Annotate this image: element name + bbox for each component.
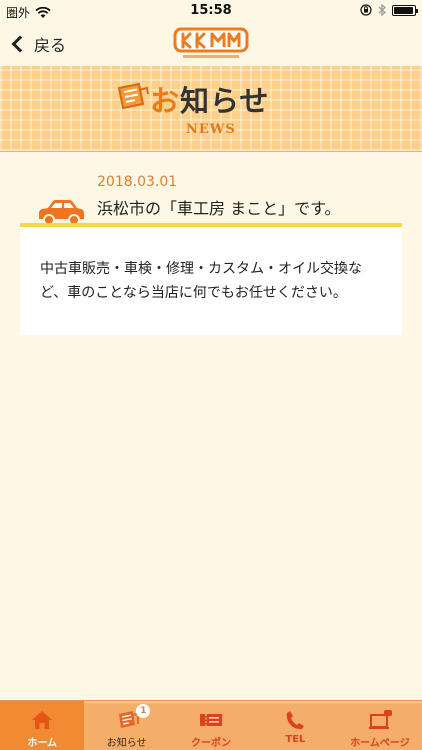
title-rest: 知らせ	[180, 84, 270, 118]
tab-news[interactable]: 1 お知らせ	[84, 701, 168, 750]
news-title: 浜松市の「車工房 まこと」です。	[97, 199, 341, 218]
status-bar: 圏外 15:58	[0, 0, 422, 22]
tab-coupon-label: クーポン	[191, 738, 232, 749]
tab-homepage[interactable]: ホームページ	[338, 701, 422, 750]
battery-icon	[392, 4, 418, 16]
phone-icon	[287, 711, 305, 730]
news-header-banner: お知らせ NEWS	[0, 66, 422, 152]
news-badge: 1	[136, 704, 151, 718]
news-body: 中古車販売・車検・修理・カスタム・オイル交換など、車のことなら当店に何でもお任せ…	[40, 261, 362, 301]
news-page-title: お知らせ	[150, 78, 269, 120]
news-page-subtitle: NEWS	[186, 122, 236, 137]
home-icon	[32, 711, 53, 729]
kkm-logo	[173, 27, 249, 58]
coupon-icon	[200, 714, 223, 726]
chevron-left-icon	[11, 35, 29, 53]
back-label: 戻る	[34, 36, 67, 55]
tab-bar: ホーム 1 お知らせ クーポン TEL ホームページ	[0, 700, 422, 750]
tab-tel-label: TEL	[285, 734, 306, 745]
back-button[interactable]: 戻る	[8, 30, 66, 58]
battery-level	[394, 6, 413, 14]
orientation-lock-icon	[360, 4, 372, 16]
bluetooth-icon	[378, 4, 386, 16]
webpage-icon	[368, 710, 392, 729]
status-right	[360, 4, 418, 16]
newspaper-icon	[117, 82, 149, 110]
tab-home[interactable]: ホーム	[0, 701, 85, 750]
status-time: 15:58	[190, 3, 232, 18]
tab-homepage-label: ホームページ	[350, 738, 410, 749]
tab-home-label: ホーム	[27, 738, 58, 749]
tab-coupon[interactable]: クーポン	[169, 701, 253, 750]
tab-tel[interactable]: TEL	[253, 701, 337, 750]
tab-news-label: お知らせ	[106, 738, 147, 749]
news-date: 2018.03.01	[97, 174, 178, 190]
nav-bar: 戻る	[0, 22, 422, 66]
title-accent-char: お	[150, 84, 181, 118]
news-card: 中古車販売・車検・修理・カスタム・オイル交換など、車のことなら当店に何でもお任せ…	[20, 227, 402, 335]
